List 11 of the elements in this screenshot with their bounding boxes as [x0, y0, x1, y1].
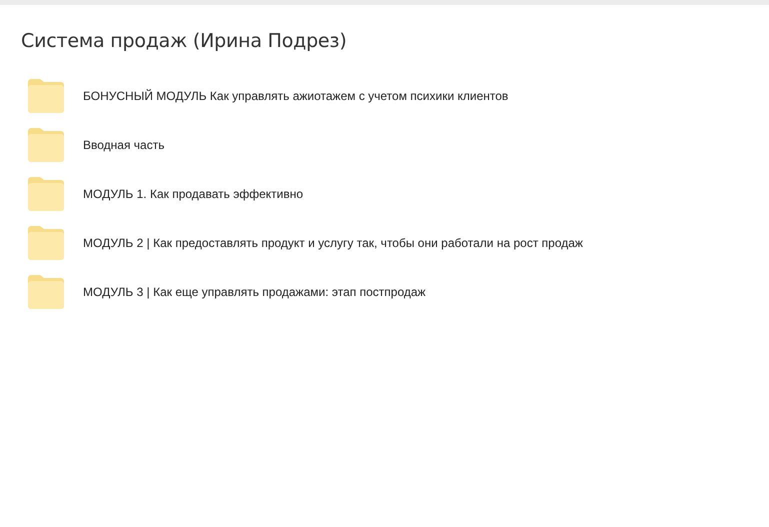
folder-icon[interactable]: [27, 274, 65, 310]
folder-icon[interactable]: [27, 225, 65, 261]
folder-icon[interactable]: [27, 176, 65, 212]
folder-name[interactable]: БОНУСНЫЙ МОДУЛЬ Как управлять ажиотажем с учетом психики клиентов: [83, 89, 508, 103]
folder-name[interactable]: МОДУЛЬ 2 | Как предоставлять продукт и услугу так, чтобы они работали на рост продаж: [83, 236, 583, 250]
folder-name[interactable]: МОДУЛЬ 1. Как продавать эффективно: [83, 187, 304, 201]
folder-name[interactable]: МОДУЛЬ 3 | Как еще управлять продажами: этап постпродаж: [83, 285, 426, 299]
folder-icon[interactable]: [27, 127, 65, 163]
folder-icon[interactable]: [27, 78, 65, 114]
page-title: Система продаж (Ирина Подрез): [20, 29, 348, 53]
folder-name[interactable]: Вводная часть: [83, 138, 164, 152]
